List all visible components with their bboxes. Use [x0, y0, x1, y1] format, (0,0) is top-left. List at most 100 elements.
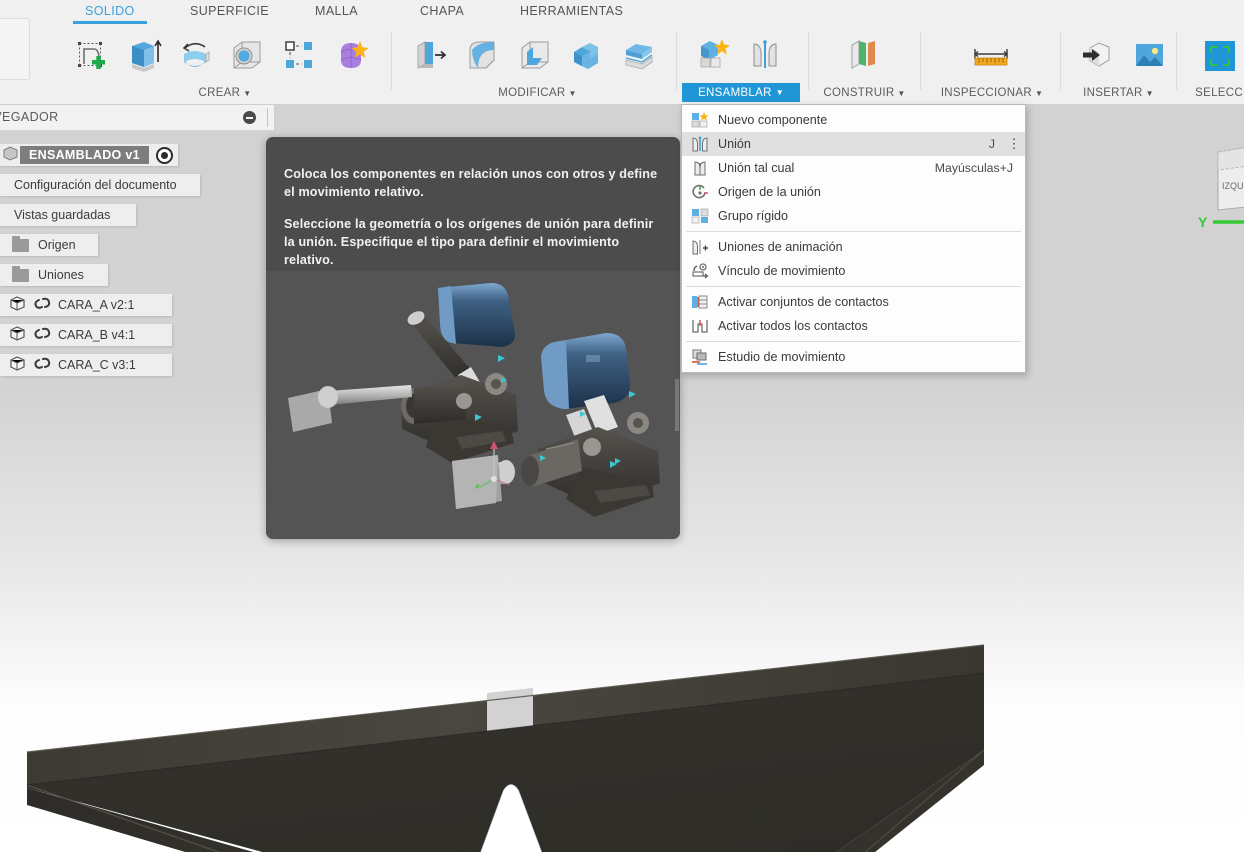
crear-boceto-icon[interactable] — [68, 31, 114, 79]
collapse-icon[interactable] — [243, 111, 256, 124]
panel-seleccionar-text: SELECCIONAR — [1195, 87, 1244, 99]
patron-icon[interactable] — [276, 31, 322, 79]
insertar-lienzo-icon[interactable] — [1126, 31, 1172, 79]
menu-item-origen-union[interactable]: Origen de la unión — [682, 180, 1025, 204]
menu-item-union-tal-cual[interactable]: Unión tal cual Mayúsculas+J — [682, 156, 1025, 180]
tree-item-label: CARA_A v2:1 — [58, 298, 135, 312]
folder-icon — [12, 265, 29, 282]
union-icon[interactable] — [742, 31, 788, 79]
forma-libre-icon[interactable] — [328, 31, 374, 79]
tooltip-paragraph-2: Seleccione la geometría o los orígenes d… — [284, 216, 654, 268]
revolucion-icon[interactable] — [172, 31, 218, 79]
component-icon — [8, 295, 28, 315]
menu-item-label: Grupo rígido — [718, 209, 789, 223]
panel-inspeccionar-text: INSPECCIONAR — [940, 87, 1032, 99]
tooltip-text: Coloca los componentes en relación unos … — [266, 137, 680, 269]
panel-divider — [391, 32, 392, 90]
panel-crear-label[interactable]: CREAR ▼ — [60, 87, 390, 99]
menu-divider — [686, 286, 1021, 287]
tree-item-label: Uniones — [38, 268, 84, 282]
panel-seleccionar-label[interactable]: SELECCIONAR — [1183, 87, 1244, 99]
command-tooltip: Coloca los componentes en relación unos … — [266, 137, 680, 539]
tab-solido[interactable]: SOLIDO — [73, 4, 147, 24]
combinar-icon[interactable] — [564, 31, 610, 79]
todos-contactos-icon — [690, 317, 710, 335]
tree-item-ensamblado[interactable]: ENSAMBLADO v1 — [0, 144, 178, 166]
menu-item-label: Estudio de movimiento — [718, 350, 846, 364]
menu-item-grupo-rigido[interactable]: Grupo rígido — [682, 204, 1025, 228]
folder-icon — [12, 235, 29, 252]
panel-divider — [1060, 32, 1061, 90]
panel-insertar-label[interactable]: INSERTAR ▼ — [1066, 87, 1171, 99]
union-preview-image — [266, 271, 680, 539]
menu-divider — [686, 341, 1021, 342]
insertar-derivado-icon[interactable] — [1074, 31, 1120, 79]
panel-inspeccionar-label[interactable]: INSPECCIONAR ▼ — [928, 87, 1056, 99]
menu-item-uniones-animacion[interactable]: Uniones de animación — [682, 235, 1025, 259]
menu-item-label: Origen de la unión — [718, 185, 821, 199]
presionar-tirar-icon[interactable] — [408, 31, 454, 79]
menu-item-label: Nuevo componente — [718, 113, 828, 127]
panel-divider — [920, 32, 921, 90]
menu-divider — [686, 231, 1021, 232]
visibility-icon[interactable] — [155, 146, 173, 164]
extrusion-icon[interactable] — [120, 31, 166, 79]
tree-item-configuracion-documento[interactable]: Configuración del documento — [0, 174, 200, 196]
menu-item-activar-todos-contactos[interactable]: Activar todos los contactos — [682, 314, 1025, 338]
tooltip-paragraph-1: Coloca los componentes en relación unos … — [284, 167, 658, 200]
browser-header: NAVEGADOR — [0, 105, 274, 131]
tree-item-label: ENSAMBLADO v1 — [20, 146, 149, 164]
view-cube[interactable]: IZQUIERDA Y — [1196, 110, 1244, 230]
menu-item-nuevo-componente[interactable]: Nuevo componente — [682, 108, 1025, 132]
overflow-menu-icon[interactable]: ⋮ — [1007, 137, 1021, 150]
menu-item-vinculo-movimiento[interactable]: Vínculo de movimiento — [682, 259, 1025, 283]
panel-modificar-label[interactable]: MODIFICAR ▼ — [400, 87, 675, 99]
vaciado-icon[interactable] — [512, 31, 558, 79]
tab-superficie[interactable]: SUPERFICIE — [190, 4, 269, 18]
grupo-rigido-icon — [690, 207, 710, 225]
medir-icon[interactable] — [968, 31, 1014, 79]
menu-item-label: Uniones de animación — [718, 240, 843, 254]
viewcube-face-label: IZQUIERDA — [1222, 181, 1244, 191]
nuevo-componente-icon[interactable] — [690, 31, 736, 79]
panel-modificar: MODIFICAR ▼ — [400, 26, 675, 104]
tree-item-origen[interactable]: Origen — [0, 234, 98, 256]
conjuntos-contactos-icon — [690, 293, 710, 311]
panel-crear-text: CREAR — [198, 87, 241, 99]
agujero-icon[interactable] — [224, 31, 270, 79]
panel-modificar-text: MODIFICAR — [498, 87, 566, 99]
tree-item-uniones[interactable]: Uniones — [0, 264, 108, 286]
tree-item-cara-b[interactable]: CARA_B v4:1 — [0, 324, 172, 346]
panel-ensamblar: ENSAMBLAR ▼ — [682, 26, 800, 104]
panel-divider — [808, 32, 809, 90]
tree-item-cara-a[interactable]: CARA_A v2:1 — [0, 294, 172, 316]
panel-insertar-text: INSERTAR — [1083, 87, 1143, 99]
tab-chapa[interactable]: CHAPA — [420, 4, 464, 18]
link-icon — [32, 355, 52, 375]
plano-construccion-icon[interactable] — [840, 31, 886, 79]
tree-item-label: CARA_B v4:1 — [58, 328, 136, 342]
tab-herramientas[interactable]: HERRAMIENTAS — [520, 4, 623, 18]
union-icon — [690, 135, 710, 153]
ribbon-toolbar: SOLIDO SUPERFICIE MALLA CHAPA HERRAMIENT… — [0, 0, 1244, 105]
menu-item-activar-conjuntos-contactos[interactable]: Activar conjuntos de contactos — [682, 290, 1025, 314]
component-icon — [8, 325, 28, 345]
panel-crear: CREAR ▼ — [60, 26, 390, 104]
tree-item-vistas-guardadas[interactable]: Vistas guardadas — [0, 204, 136, 226]
panel-ensamblar-button[interactable]: ENSAMBLAR ▼ — [682, 83, 800, 102]
quick-access-button[interactable] — [0, 18, 30, 80]
empalme-icon[interactable] — [460, 31, 506, 79]
tab-malla[interactable]: MALLA — [315, 4, 358, 18]
menu-item-shortcut: J — [988, 137, 995, 151]
menu-item-estudio-movimiento[interactable]: Estudio de movimiento — [682, 345, 1025, 369]
dividir-cara-icon[interactable] — [616, 31, 662, 79]
link-icon — [32, 325, 52, 345]
panel-seleccionar: SELECCIONAR — [1183, 26, 1244, 104]
panel-construir-label[interactable]: CONSTRUIR ▼ — [812, 87, 917, 99]
tree-item-cara-c[interactable]: CARA_C v3:1 — [0, 354, 172, 376]
browser-title: NAVEGADOR — [0, 110, 59, 124]
menu-item-shortcut: Mayúsculas+J — [934, 161, 1013, 175]
menu-item-union[interactable]: Unión J ⋮ — [682, 132, 1025, 156]
union-tal-cual-icon — [690, 159, 710, 177]
seleccionar-icon[interactable] — [1197, 31, 1243, 79]
